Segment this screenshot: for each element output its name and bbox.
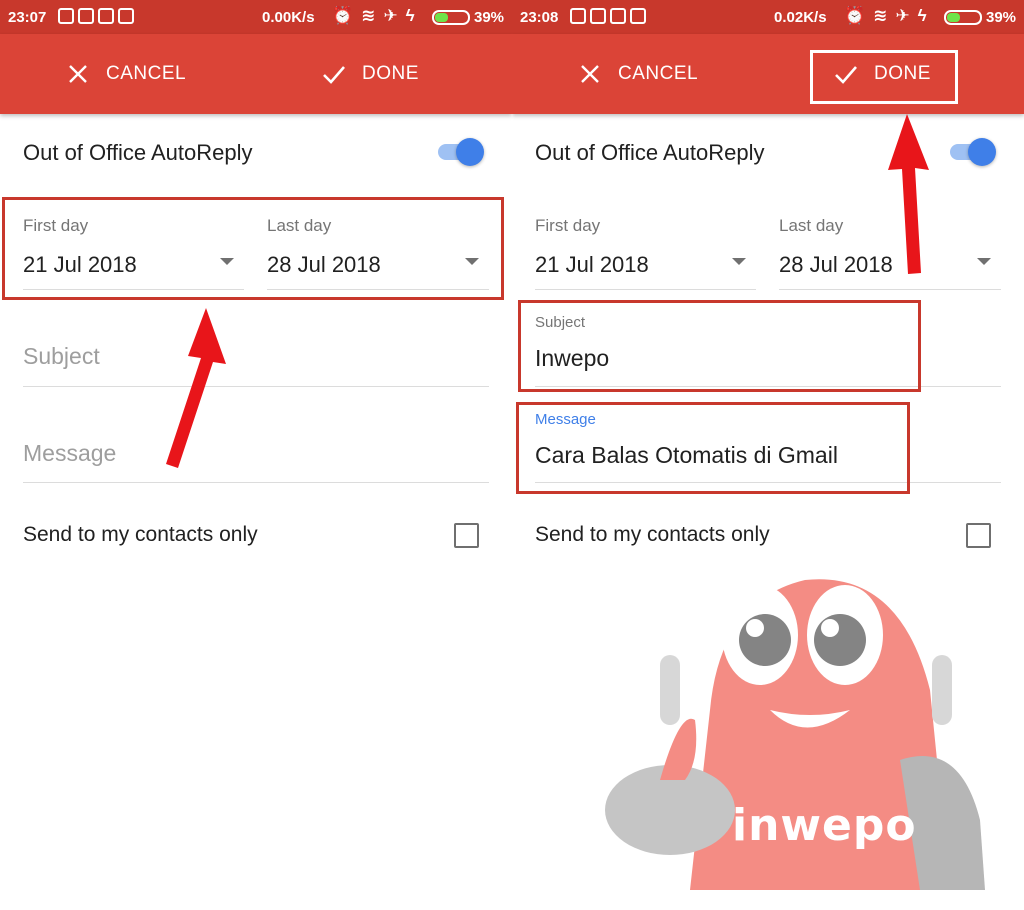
airplane-icon: ✈: [383, 6, 398, 25]
red-arrow-icon: [166, 308, 226, 468]
screen-before: 23:07 0.00K/s ⏰ ≋ ✈ ϟ 39% CANCEL DONE Ou…: [0, 0, 512, 910]
done-button[interactable]: DONE: [322, 34, 419, 114]
watermark-text: inwepo: [732, 800, 917, 851]
check-icon: [323, 66, 345, 84]
battery-icon: [432, 10, 470, 25]
last-day-value[interactable]: 28 Jul 2018: [779, 252, 893, 278]
wifi-icon: ≋: [873, 6, 888, 25]
notification-app-icon: [630, 8, 646, 24]
contacts-only-label: Send to my contacts only: [535, 523, 770, 546]
message-underline: [23, 482, 489, 483]
notification-icons: [570, 8, 646, 24]
first-day-value[interactable]: 21 Jul 2018: [535, 252, 649, 278]
first-day-label: First day: [535, 216, 601, 235]
notification-app-icon: [570, 8, 586, 24]
status-bar: 23:08 0.02K/s ⏰ ≋ ✈ ϟ 39%: [512, 0, 1024, 34]
app-toolbar: CANCEL DONE: [512, 34, 1024, 114]
notification-app-icon: [118, 8, 134, 24]
system-icons: ⏰ ≋ ✈ ϟ: [332, 6, 415, 26]
system-icons: ⏰ ≋ ✈ ϟ: [844, 6, 927, 26]
cancel-label: CANCEL: [106, 63, 187, 84]
contacts-only-checkbox[interactable]: [454, 523, 479, 548]
app-toolbar: CANCEL DONE: [0, 34, 512, 114]
charging-icon: ϟ: [405, 6, 415, 25]
network-speed: 0.02K/s: [774, 9, 827, 26]
notification-icons: [58, 8, 134, 24]
autoreply-toggle[interactable]: [950, 138, 996, 166]
wifi-icon: ≋: [361, 6, 376, 25]
subject-input[interactable]: Subject: [23, 343, 100, 370]
first-day-underline: [535, 289, 756, 290]
status-time: 23:07: [8, 9, 47, 26]
network-speed: 0.00K/s: [262, 9, 315, 26]
status-bar: 23:07 0.00K/s ⏰ ≋ ✈ ϟ 39%: [0, 0, 512, 34]
date-highlight-box: [2, 197, 504, 300]
contacts-only-label: Send to my contacts only: [23, 523, 258, 546]
instagram-icon: [610, 8, 626, 24]
red-arrow-icon: [888, 114, 929, 274]
alarm-icon: ⏰: [844, 6, 866, 25]
cancel-label: CANCEL: [618, 63, 699, 84]
instagram-icon: [98, 8, 114, 24]
subject-highlight-box: [518, 300, 921, 392]
status-time: 23:08: [520, 9, 559, 26]
battery-icon: [944, 10, 982, 25]
subject-underline: [23, 386, 489, 387]
charging-icon: ϟ: [917, 6, 927, 25]
battery-percent: 39%: [474, 9, 505, 26]
message-highlight-box: [516, 402, 910, 494]
last-day-underline: [779, 289, 1001, 290]
done-highlight-box: [810, 50, 958, 104]
close-icon: [581, 65, 599, 83]
cancel-button[interactable]: CANCEL: [66, 34, 186, 114]
whatsapp-icon: [590, 8, 606, 24]
done-label: DONE: [362, 63, 419, 84]
airplane-icon: ✈: [895, 6, 910, 25]
contacts-only-checkbox[interactable]: [966, 523, 991, 548]
arrow-drop-down-icon[interactable]: [977, 258, 991, 265]
last-day-label: Last day: [779, 216, 844, 235]
autoreply-toggle[interactable]: [438, 138, 484, 166]
arrow-drop-down-icon[interactable]: [732, 258, 746, 265]
alarm-icon: ⏰: [332, 6, 354, 25]
message-input[interactable]: Message: [23, 440, 116, 467]
battery-percent: 39%: [986, 9, 1017, 26]
notification-app-icon: [58, 8, 74, 24]
autoreply-label: Out of Office AutoReply: [535, 140, 765, 165]
whatsapp-icon: [78, 8, 94, 24]
autoreply-label: Out of Office AutoReply: [23, 140, 253, 165]
close-icon: [69, 65, 87, 83]
cancel-button[interactable]: CANCEL: [578, 34, 698, 114]
